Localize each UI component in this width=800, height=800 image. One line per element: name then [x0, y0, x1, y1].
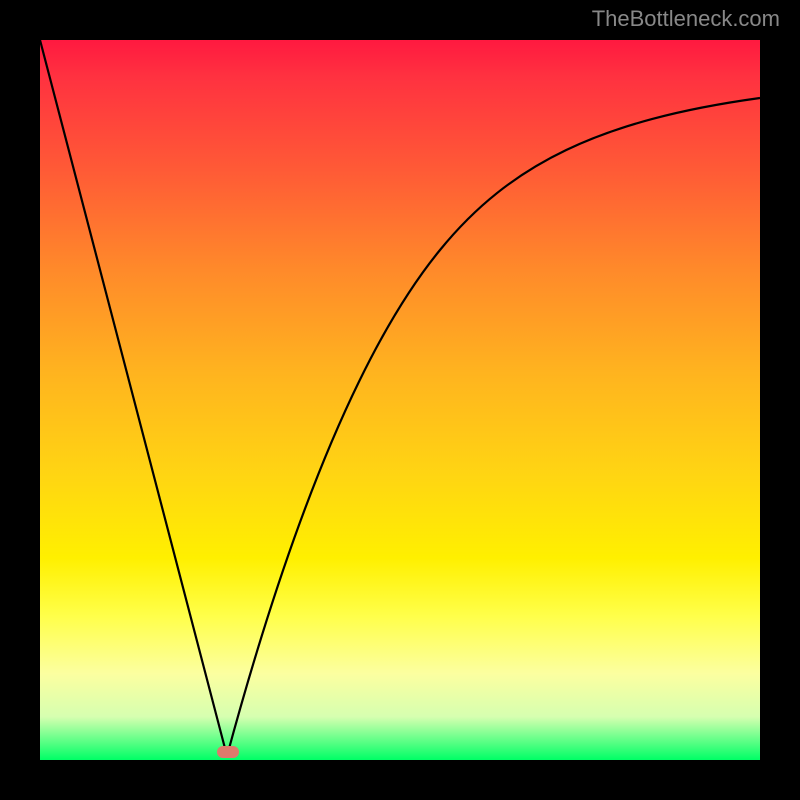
highlight-marker [217, 746, 239, 758]
curve-right-limb [227, 98, 760, 756]
curve-left-limb [40, 40, 227, 756]
watermark-text: TheBottleneck.com [592, 6, 780, 32]
chart-lines [40, 40, 760, 760]
chart-plot-area [40, 40, 760, 760]
